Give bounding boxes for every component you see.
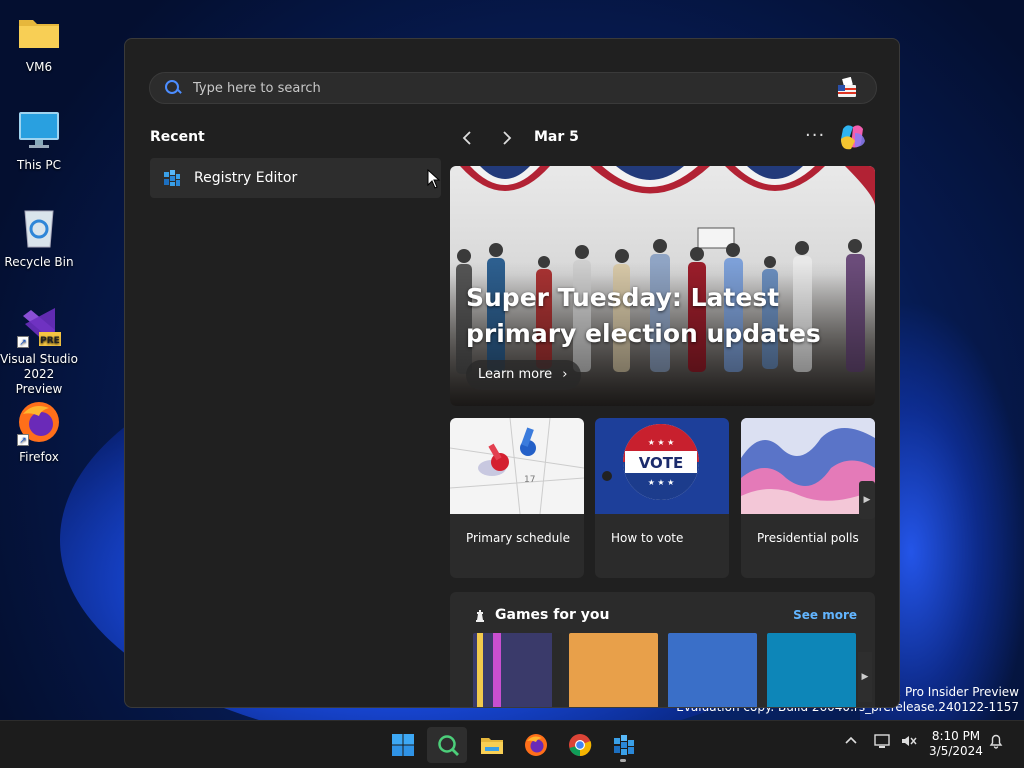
running-indicator (620, 759, 626, 762)
card-label: Primary schedule (466, 531, 570, 545)
game-tile-3[interactable] (668, 633, 757, 707)
volume-muted-icon[interactable] (900, 733, 918, 753)
search-icon (165, 80, 181, 96)
desktop-icon-label: Visual Studio 2022 Preview (0, 352, 78, 396)
desktop-icon-firefox[interactable]: ↗ Firefox (0, 400, 78, 465)
registry-editor-taskbar-button[interactable] (603, 727, 643, 763)
search-taskbar-button[interactable] (427, 727, 467, 763)
recycle-bin-icon (17, 205, 61, 249)
game-tile-1[interactable] (473, 633, 562, 707)
mouse-cursor-icon (427, 169, 441, 189)
card-label: How to vote (611, 531, 684, 545)
hero-news-card[interactable]: Super Tuesday: Latest primary election u… (450, 166, 875, 406)
chevron-right-icon: › (562, 367, 568, 382)
push-pins-thumbnail: 17 (450, 418, 584, 514)
visual-studio-icon: PRE ↗ (17, 302, 61, 348)
polls-chart-thumbnail (741, 418, 875, 514)
chevron-left-icon (462, 131, 471, 145)
start-panel: Recent Registry Editor Mar 5 ··· (124, 38, 900, 708)
hero-headline[interactable]: Super Tuesday: Latest primary election u… (466, 280, 846, 352)
ballot-box-icon[interactable] (836, 76, 858, 99)
see-more-link[interactable]: See more (793, 608, 857, 622)
vote-badge-thumbnail: VOTE ★ ★ ★ ★ ★ ★ (595, 418, 729, 514)
desktop-icon-label: VM6 (25, 60, 53, 74)
windows-logo-icon (392, 734, 414, 756)
next-day-button[interactable] (496, 127, 518, 149)
folder-icon (17, 10, 61, 54)
game-tile-4[interactable] (767, 633, 856, 707)
clock[interactable]: 8:10 PM 3/5/2024 (928, 729, 984, 759)
svg-text:17: 17 (524, 475, 535, 485)
registry-editor-icon (162, 168, 182, 188)
news-card-how-to-vote[interactable]: VOTE ★ ★ ★ ★ ★ ★ How to vote (595, 418, 729, 578)
start-button[interactable] (382, 727, 422, 763)
taskbar: 8:10 PM 3/5/2024 (0, 720, 1024, 768)
news-card-presidential-polls[interactable]: Presidential polls (741, 418, 875, 578)
desktop-icon-vm6[interactable]: VM6 (0, 10, 78, 75)
feed-date: Mar 5 (534, 129, 579, 145)
monitor-icon (17, 108, 61, 152)
chess-piece-icon (472, 607, 488, 623)
notifications-button[interactable] (988, 733, 1004, 753)
svg-text:★ ★ ★: ★ ★ ★ (648, 478, 675, 487)
svg-text:PRE: PRE (40, 336, 60, 346)
chevron-up-icon (845, 736, 857, 744)
bell-icon (989, 734, 1003, 749)
more-options-button[interactable]: ··· (805, 125, 825, 146)
firefox-icon (525, 734, 547, 756)
shortcut-arrow-icon: ↗ (17, 434, 29, 446)
news-card-primary-schedule[interactable]: 17 Primary schedule (450, 418, 584, 578)
desktop-icon-this-pc[interactable]: This PC (0, 108, 78, 173)
card-label: Presidential polls (757, 531, 859, 545)
chrome-taskbar-button[interactable] (559, 727, 599, 763)
search-icon (438, 735, 459, 756)
games-section: Games for you See more ▶ (450, 592, 875, 707)
desktop-icon-label: Recycle Bin (4, 255, 74, 269)
show-hidden-icons-button[interactable] (844, 733, 858, 751)
svg-text:★ ★ ★: ★ ★ ★ (648, 438, 675, 447)
previous-day-button[interactable] (456, 127, 478, 149)
recent-item-registry-editor[interactable]: Registry Editor (150, 158, 441, 198)
games-heading: Games for you (495, 607, 610, 623)
desktop-icon-label: Firefox (19, 450, 59, 464)
learn-more-button[interactable]: Learn more › (466, 360, 582, 390)
game-tile-2[interactable] (569, 633, 658, 707)
recent-heading: Recent (150, 129, 205, 145)
desktop-icon-recycle-bin[interactable]: Recycle Bin (0, 205, 78, 270)
svg-text:VOTE: VOTE (639, 454, 684, 472)
recent-item-label: Registry Editor (194, 170, 298, 186)
learn-more-label: Learn more (478, 367, 553, 382)
copilot-icon[interactable] (837, 121, 869, 153)
desktop-icon-visual-studio[interactable]: PRE ↗ Visual Studio 2022 Preview (0, 302, 78, 397)
firefox-icon: ↗ (17, 400, 61, 446)
firefox-taskbar-button[interactable] (515, 727, 555, 763)
search-input[interactable] (193, 80, 793, 96)
clock-date: 3/5/2024 (929, 744, 983, 758)
games-scroll-right-button[interactable]: ▶ (858, 652, 872, 702)
file-explorer-button[interactable] (471, 727, 511, 763)
network-icon[interactable] (874, 733, 892, 753)
registry-editor-icon (614, 735, 634, 755)
chevron-right-icon (503, 131, 512, 145)
cards-scroll-right-button[interactable]: ▶ (859, 481, 875, 519)
chrome-icon (569, 734, 592, 757)
desktop-icon-label: This PC (17, 158, 61, 172)
shortcut-arrow-icon: ↗ (17, 336, 29, 348)
folder-icon (481, 738, 503, 754)
clock-time: 8:10 PM (931, 729, 981, 743)
search-box[interactable] (149, 72, 877, 104)
